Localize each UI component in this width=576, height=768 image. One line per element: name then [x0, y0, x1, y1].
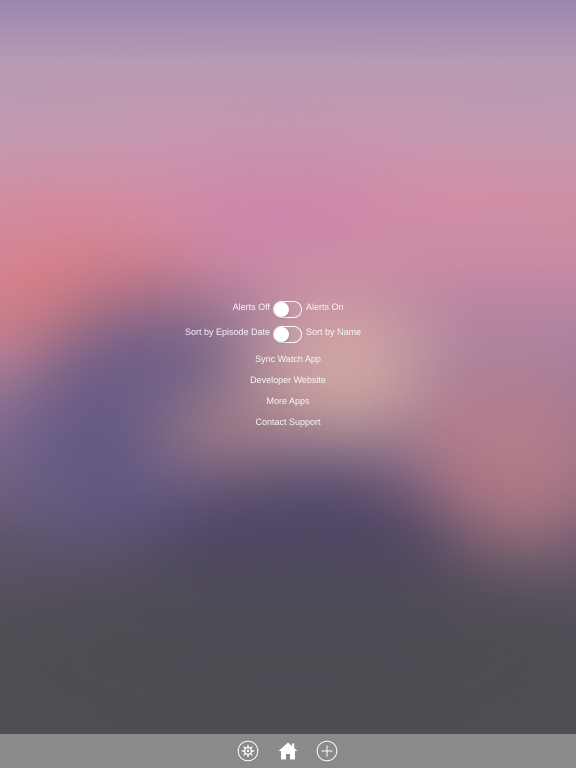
alerts-toggle-row: Alerts Off Alerts On [0, 299, 576, 321]
settings-menu: Alerts Off Alerts On Sort by Episode Dat… [0, 299, 576, 433]
alerts-switch[interactable] [273, 301, 302, 318]
sync-watch-app-link[interactable]: Sync Watch App [0, 349, 576, 370]
sort-by-name-label: Sort by Name [306, 327, 362, 337]
switch-knob [274, 327, 289, 342]
more-apps-link[interactable]: More Apps [0, 391, 576, 412]
add-button[interactable] [316, 740, 338, 762]
settings-screen: Alerts Off Alerts On Sort by Episode Dat… [0, 0, 576, 768]
sort-toggle-row: Sort by Episode Date Sort by Name [0, 324, 576, 346]
developer-website-link[interactable]: Developer Website [0, 370, 576, 391]
plus-icon [316, 740, 338, 762]
alerts-off-label: Alerts Off [232, 302, 270, 312]
sort-switch[interactable] [273, 326, 302, 343]
home-button[interactable] [277, 740, 299, 762]
gear-icon [237, 740, 259, 762]
alerts-on-label: Alerts On [306, 302, 344, 312]
contact-support-link[interactable]: Contact Support [0, 412, 576, 433]
home-icon [277, 740, 299, 762]
bottom-toolbar [0, 734, 576, 768]
switch-knob [274, 302, 289, 317]
sort-by-episode-date-label: Sort by Episode Date [184, 327, 270, 337]
settings-button[interactable] [237, 740, 259, 762]
